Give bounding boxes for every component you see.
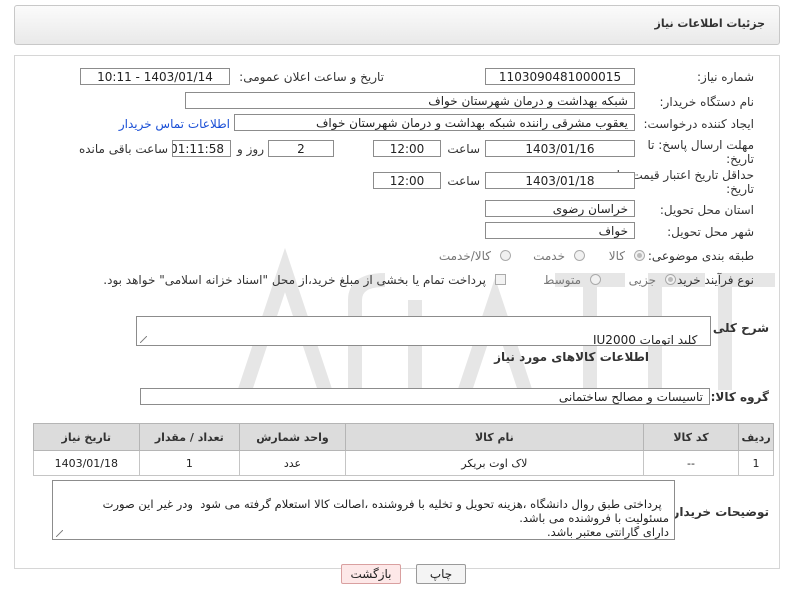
category-radio-goods-service[interactable] [500,250,511,261]
cell-date: 1403/01/18 [33,450,140,476]
cell-qty: 1 [138,450,241,476]
category-label: طبقه بندی موضوعی: [647,249,754,263]
requester-field: یعقوب مشرقی راننده شبکه بهداشت و درمان ش… [234,114,635,131]
reply-deadline-label: مهلت ارسال پاسخ: تا تاریخ: [647,138,754,166]
delivery-city-label: شهر محل تحویل: [667,225,754,239]
goods-table: ردیف کد کالا نام کالا واحد شمارش تعداد /… [33,423,774,476]
price-validity-date: 1403/01/18 [485,172,635,189]
col-header-code: کد کالا [642,423,740,451]
purchase-type-label: نوع فرآیند خرید : [669,273,754,287]
reply-deadline-date: 1403/01/16 [485,140,635,157]
col-header-unit: واحد شمارش [239,423,346,451]
goods-group-field: تاسیسات و مصالح ساختمانی [140,388,710,405]
delivery-province-label: استان محل تحویل: [659,203,754,217]
reply-deadline-time-label: ساعت [447,142,480,156]
header-panel: جزئیات اطلاعات نیاز [14,5,780,45]
price-validity-time: 12:00 [373,172,441,189]
price-validity-time-label: ساعت [447,174,480,188]
remaining-time-field: 01:11:58 [172,140,231,157]
goods-group-label: گروه کالا: [710,390,769,404]
category-option-goods-service: کالا/خدمت [438,249,491,263]
table-row[interactable]: 1 -- لاک اوت بریکر عدد 1 1403/01/18 [33,450,774,476]
treasury-checkbox[interactable] [495,274,506,285]
buyer-notes-textarea[interactable]: پرداختی طبق روال دانشگاه ،هزینه تحویل و … [52,480,675,540]
cell-row-number: 1 [738,450,774,476]
description-textarea[interactable]: کلید اتومات IU2000 SACE E22B [136,316,711,346]
resize-grip-icon[interactable] [56,530,63,537]
buyer-contact-link[interactable]: اطلاعات تماس خریدار [119,117,230,131]
page-title: جزئیات اطلاعات نیاز [654,17,766,30]
buyer-notes-text: پرداختی طبق روال دانشگاه ،هزینه تحویل و … [102,497,669,539]
category-radio-goods[interactable] [634,250,645,261]
cell-code: -- [642,450,740,476]
delivery-province-field: خراسان رضوی [485,200,635,217]
category-option-service: خدمت [533,249,565,263]
announce-datetime-field: 1403/01/14 - 10:11 [80,68,230,85]
buyer-notes-label: توضیحات خریدار: [667,505,769,519]
need-number-label: شماره نیاز: [697,70,754,84]
purchase-radio-minor[interactable] [665,274,676,285]
col-header-qty: تعداد / مقدار [138,423,241,451]
goods-section-title: اطلاعات کالاهای مورد نیاز [494,350,649,364]
description-text: کلید اتومات IU2000 SACE E22B [592,333,698,346]
purchase-option-medium: متوسط [543,273,581,287]
cell-unit: عدد [239,450,346,476]
col-header-name: نام کالا [344,423,644,451]
col-header-row: ردیف [738,423,774,451]
purchase-option-minor: جزیی [628,273,656,287]
cell-name: لاک اوت بریکر [344,450,644,476]
remaining-time-label: ساعت باقی مانده [78,142,168,156]
purchase-radio-medium[interactable] [590,274,601,285]
category-option-goods: کالا [608,249,625,263]
announce-datetime-label: تاریخ و ساعت اعلان عمومی: [239,70,384,84]
category-radio-service[interactable] [574,250,585,261]
price-validity-label: حداقل تاریخ اعتبار قیمت: تا تاریخ: [616,168,754,196]
reply-days-field: 2 [268,140,334,157]
buyer-org-field: شبکه بهداشت و درمان شهرستان خواف [185,92,635,109]
buyer-org-label: نام دستگاه خریدار: [659,95,755,109]
requester-label: ایجاد کننده درخواست: [643,117,754,131]
reply-days-label: روز و [237,142,264,156]
table-header-row: ردیف کد کالا نام کالا واحد شمارش تعداد /… [33,423,774,451]
back-button[interactable]: بازگشت [341,564,401,584]
col-header-date: تاریخ نیاز [33,423,140,451]
need-number-field: 1103090481000015 [485,68,635,85]
delivery-city-field: خواف [485,222,635,239]
resize-grip-icon[interactable] [140,336,147,343]
treasury-checkbox-label: پرداخت تمام یا بخشی از مبلغ خرید،از محل … [103,273,486,287]
print-button[interactable]: چاپ [416,564,466,584]
reply-deadline-time: 12:00 [373,140,441,157]
